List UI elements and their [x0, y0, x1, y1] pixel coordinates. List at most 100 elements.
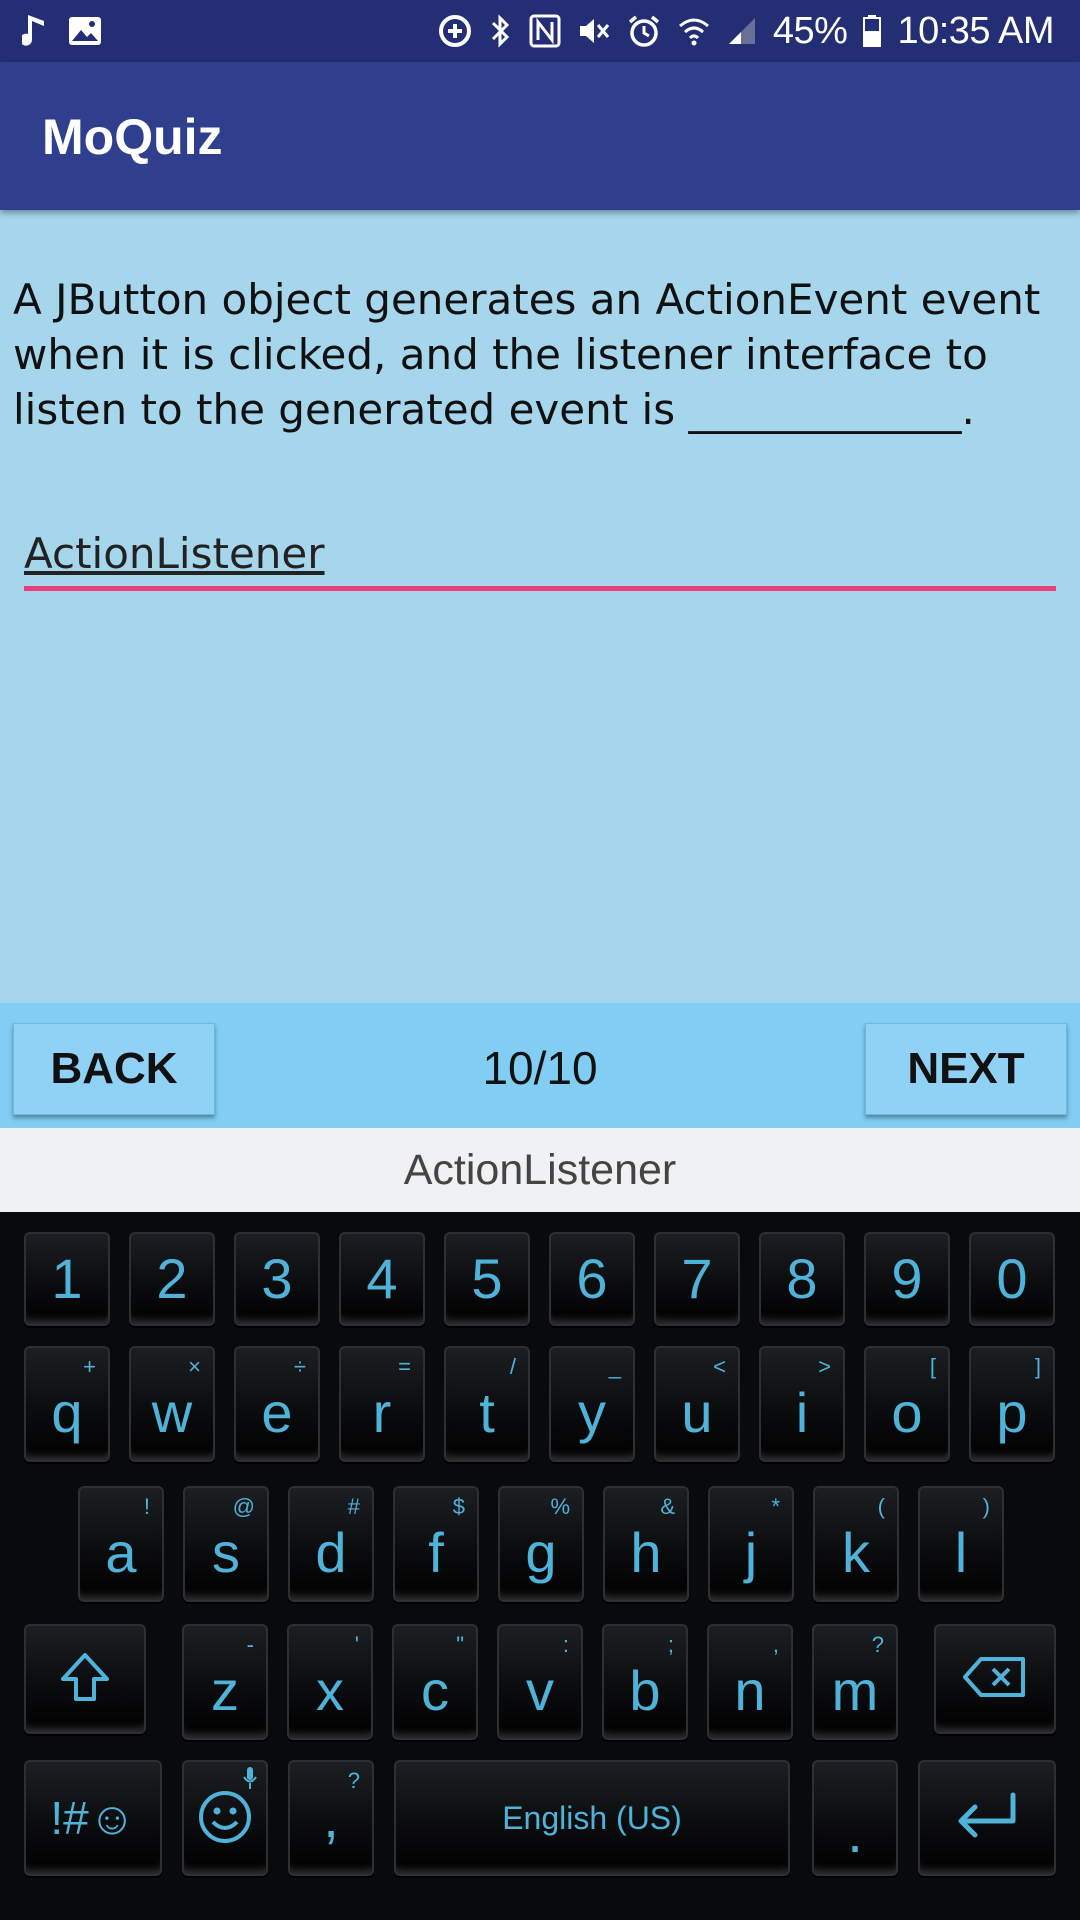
key-y[interactable]: y _ — [549, 1346, 635, 1462]
comma-key-label: , — [323, 1786, 339, 1849]
key-g-secondary: % — [550, 1494, 570, 1519]
key-m-secondary: ? — [871, 1632, 884, 1657]
battery-icon — [863, 15, 882, 47]
key-t-label: t — [479, 1381, 495, 1444]
key-2[interactable]: 2 — [129, 1232, 215, 1326]
key-l[interactable]: l) — [918, 1486, 1004, 1602]
nfc-icon — [529, 14, 561, 48]
key-5[interactable]: 5 — [444, 1232, 530, 1326]
key-e-secondary: ÷ — [293, 1354, 306, 1379]
key-v-label: v — [526, 1659, 554, 1722]
key-p[interactable]: p] — [969, 1346, 1055, 1462]
key-m[interactable]: m? — [812, 1624, 898, 1740]
key-w-label: w — [151, 1381, 193, 1444]
battery-percent: 45% — [772, 9, 848, 52]
key-w-secondary: × — [188, 1354, 201, 1379]
key-u[interactable]: u < — [654, 1346, 740, 1462]
key-a[interactable]: a! — [78, 1486, 164, 1602]
key-o[interactable]: o[ — [864, 1346, 950, 1462]
key-v-secondary: : — [562, 1632, 569, 1657]
music-note-icon — [22, 13, 52, 49]
suggestion-item[interactable]: ActionListener — [404, 1146, 677, 1195]
key-s-secondary: @ — [232, 1494, 255, 1519]
key-f-label: f — [428, 1521, 444, 1584]
key-u-label: u — [681, 1381, 713, 1444]
key-l-label: l — [954, 1521, 968, 1584]
key-j[interactable]: j * — [708, 1486, 794, 1602]
key-t[interactable]: t / — [444, 1346, 530, 1462]
signal-icon — [727, 16, 757, 46]
key-j-label: j — [744, 1521, 758, 1584]
key-2-label: 2 — [156, 1247, 188, 1310]
key-b-secondary: ; — [667, 1632, 674, 1657]
emoji-icon — [196, 1787, 254, 1850]
key-f-secondary: $ — [452, 1494, 465, 1519]
microphone-icon — [242, 1766, 258, 1795]
period-key[interactable]: . — [812, 1760, 898, 1876]
emoji-key[interactable] — [182, 1760, 268, 1876]
key-c[interactable]: c " — [392, 1624, 478, 1740]
key-z[interactable]: z- — [182, 1624, 268, 1740]
key-6[interactable]: 6 — [549, 1232, 635, 1326]
key-b-label: b — [629, 1659, 661, 1722]
comma-key[interactable]: , ? — [288, 1760, 374, 1876]
back-button[interactable]: BACK — [13, 1023, 215, 1115]
space-key[interactable]: English (US) — [394, 1760, 790, 1876]
key-j-secondary: * — [771, 1494, 780, 1519]
key-d[interactable]: d # — [288, 1486, 374, 1602]
key-a-label: a — [105, 1521, 137, 1584]
key-x[interactable]: x ' — [287, 1624, 373, 1740]
key-r[interactable]: r = — [339, 1346, 425, 1462]
key-4-label: 4 — [366, 1247, 398, 1310]
key-x-secondary: ' — [354, 1632, 359, 1657]
key-4[interactable]: 4 — [339, 1232, 425, 1326]
key-s[interactable]: s @ — [183, 1486, 269, 1602]
next-button[interactable]: NEXT — [865, 1023, 1067, 1115]
key-g-label: g — [525, 1521, 557, 1584]
key-e[interactable]: e ÷ — [234, 1346, 320, 1462]
bluetooth-icon — [489, 13, 513, 49]
key-7[interactable]: 7 — [654, 1232, 740, 1326]
key-v[interactable]: v: — [497, 1624, 583, 1740]
key-f[interactable]: f $ — [393, 1486, 479, 1602]
alarm-icon — [627, 14, 661, 48]
answer-input[interactable] — [24, 520, 1056, 591]
key-p-label: p — [996, 1381, 1028, 1444]
key-p-secondary: ] — [1034, 1354, 1041, 1379]
key-r-secondary: = — [398, 1354, 411, 1379]
clock: 10:35 AM — [897, 9, 1054, 52]
key-a-secondary: ! — [143, 1494, 150, 1519]
status-bar: 45% 10:35 AM — [0, 0, 1080, 62]
key-7-label: 7 — [681, 1247, 713, 1310]
symbols-key[interactable]: !#☺ — [24, 1760, 162, 1876]
key-q[interactable]: q + — [24, 1346, 110, 1462]
key-n[interactable]: n, — [707, 1624, 793, 1740]
key-h-label: h — [630, 1521, 662, 1584]
enter-key[interactable] — [918, 1760, 1056, 1876]
key-e-label: e — [261, 1381, 293, 1444]
key-i[interactable]: i > — [759, 1346, 845, 1462]
key-0[interactable]: 0 — [969, 1232, 1055, 1326]
key-w[interactable]: w × — [129, 1346, 215, 1462]
key-o-secondary: [ — [929, 1354, 936, 1379]
key-d-secondary: # — [347, 1494, 360, 1519]
key-1[interactable]: 1 — [24, 1232, 110, 1326]
keyboard: !#☺ , ? English (US) . 1 2 3 4 5 6 7 8 9 0 q + w × e ÷ r… — [0, 1212, 1080, 1920]
period-key-label: . — [847, 1801, 863, 1864]
key-h[interactable]: h & — [603, 1486, 689, 1602]
question-counter: 10/10 — [482, 1042, 598, 1094]
key-k[interactable]: k( — [813, 1486, 899, 1602]
key-b[interactable]: b; — [602, 1624, 688, 1740]
key-z-secondary: - — [246, 1632, 254, 1657]
key-3[interactable]: 3 — [234, 1232, 320, 1326]
key-8[interactable]: 8 — [759, 1232, 845, 1326]
key-9[interactable]: 9 — [864, 1232, 950, 1326]
key-g[interactable]: g% — [498, 1486, 584, 1602]
backspace-key[interactable] — [934, 1624, 1056, 1734]
key-k-label: k — [842, 1521, 870, 1584]
data-saver-icon — [437, 13, 473, 49]
shift-key[interactable] — [24, 1624, 146, 1734]
key-m-label: m — [831, 1659, 879, 1722]
key-u-secondary: < — [713, 1354, 726, 1379]
mute-icon — [577, 15, 611, 47]
